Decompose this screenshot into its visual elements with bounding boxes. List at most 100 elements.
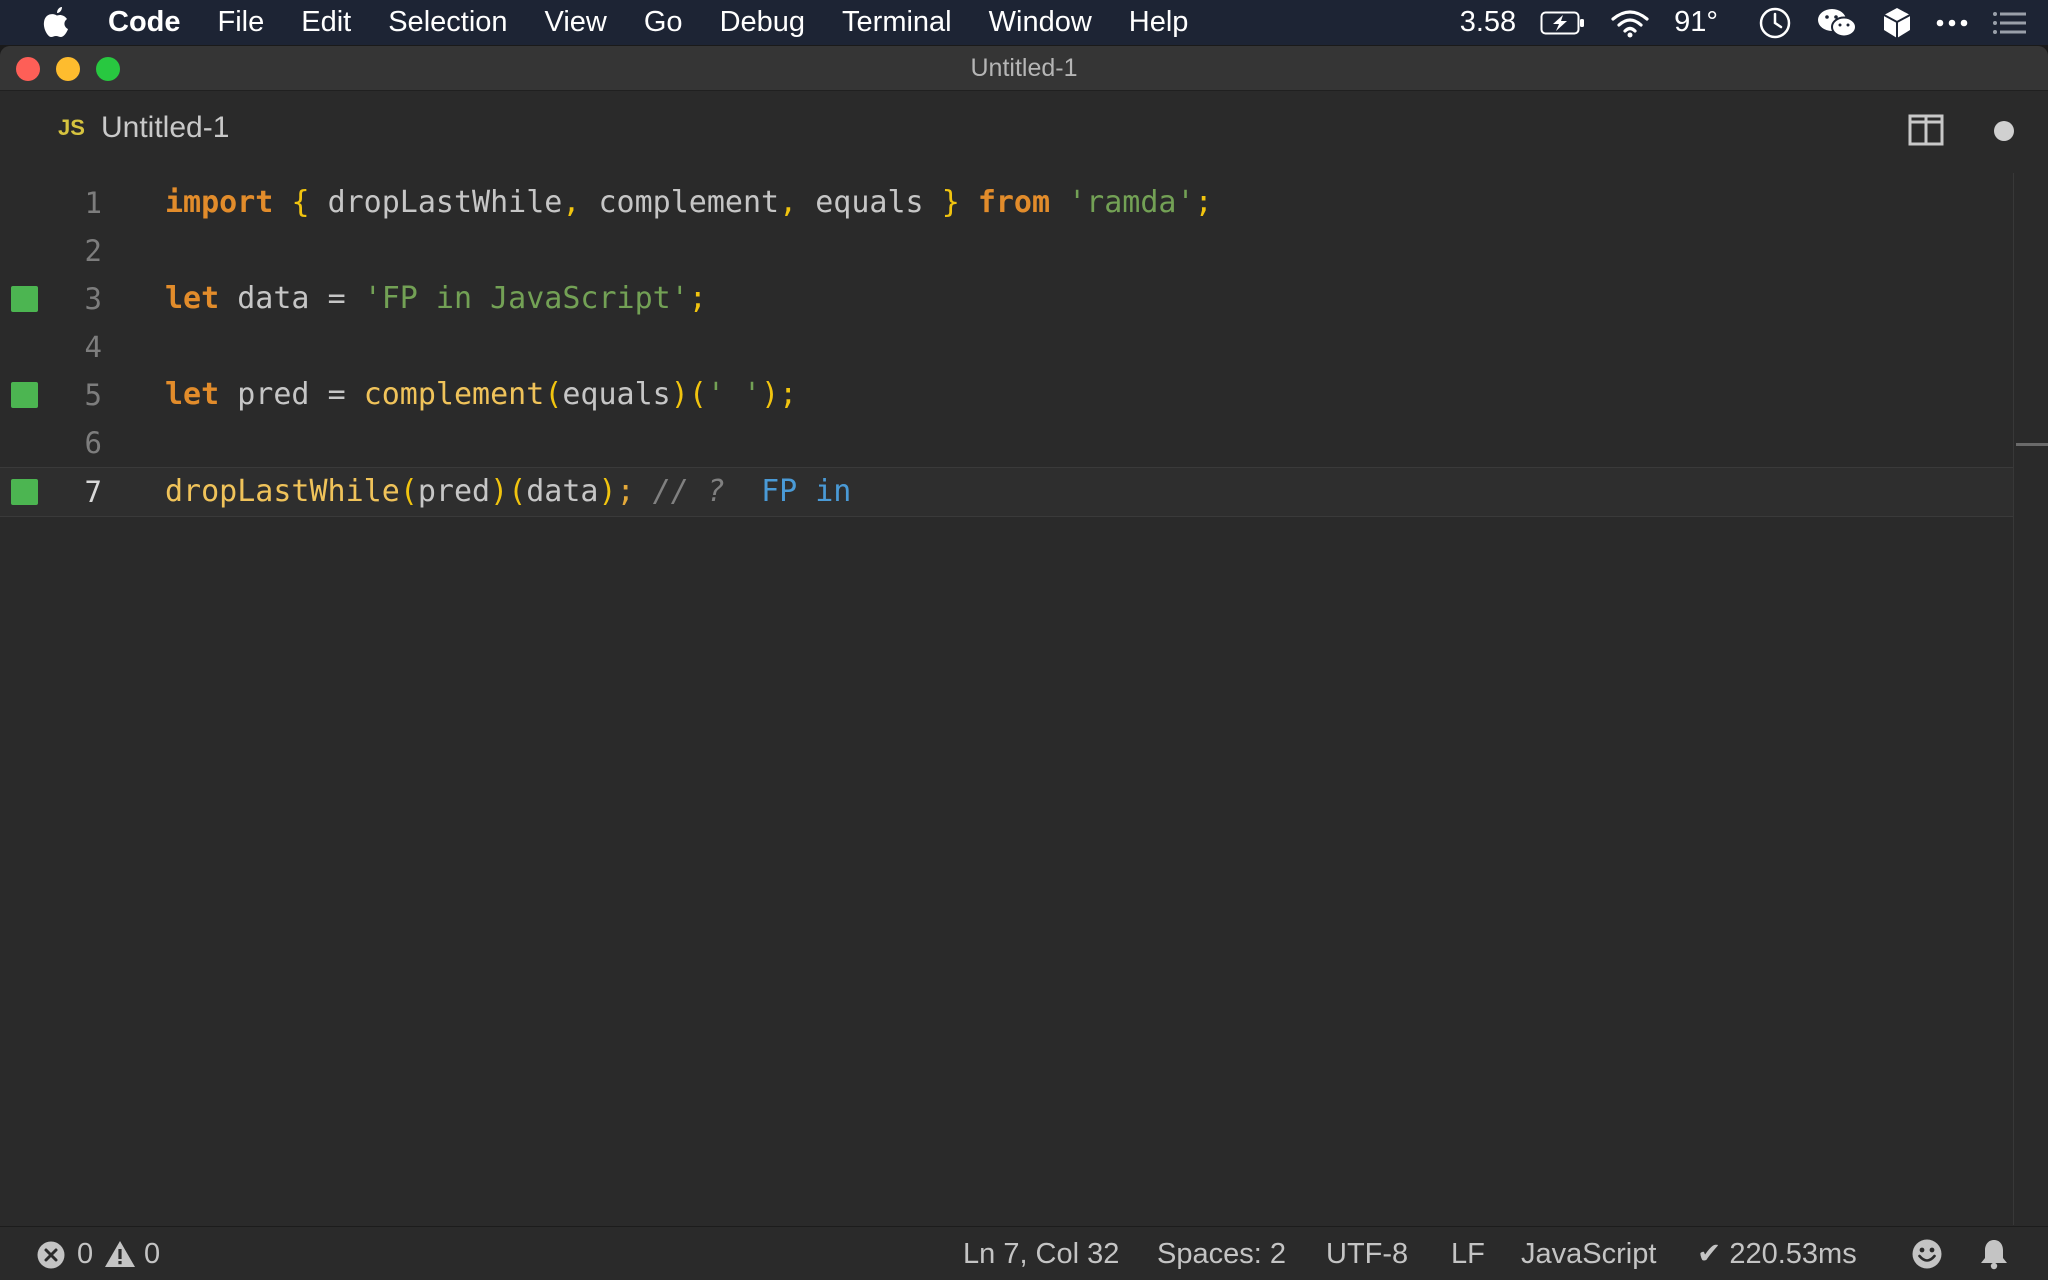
open-paren: ( — [508, 474, 527, 509]
code-line-1[interactable]: 1 import { dropLastWhile, complement, eq… — [0, 179, 2014, 227]
code-text: let data = 'FP in JavaScript'; — [165, 275, 707, 323]
open-paren: ( — [544, 377, 563, 412]
menu-help[interactable]: Help — [1129, 6, 1189, 39]
indentation[interactable]: Spaces: 2 — [1157, 1227, 1286, 1280]
menu-edit[interactable]: Edit — [301, 6, 351, 39]
apple-icon[interactable] — [40, 4, 72, 40]
code-text: let pred = complement(equals)(' '); — [165, 371, 797, 419]
menu-debug[interactable]: Debug — [720, 6, 805, 39]
inline-comment: // ? — [652, 474, 725, 509]
comma: , — [562, 185, 581, 220]
unsaved-changes-dot[interactable] — [1994, 121, 2014, 141]
javascript-file-icon: JS — [58, 115, 85, 140]
encoding[interactable]: UTF-8 — [1326, 1227, 1408, 1280]
close-paren: ) — [598, 474, 617, 509]
operator: = — [327, 281, 346, 316]
variable-name: pred — [237, 377, 310, 412]
import-name: equals — [815, 185, 924, 220]
close-paren: ) — [761, 377, 780, 412]
tab-untitled-1[interactable]: JS Untitled-1 — [0, 91, 300, 173]
feedback-indicator[interactable] — [1911, 1238, 1943, 1270]
error-count[interactable]: 0 — [77, 1227, 93, 1280]
line-number: 1 — [84, 186, 102, 220]
end-of-line[interactable]: LF — [1451, 1227, 1485, 1280]
coverage-marker — [11, 479, 38, 505]
macos-menu-bar: Code File Edit Selection View Go Debug T… — [0, 0, 2048, 45]
notification-list-icon[interactable] — [1992, 11, 2026, 35]
coverage-marker — [11, 286, 38, 312]
clock-icon[interactable] — [1758, 6, 1792, 40]
language-mode[interactable]: JavaScript — [1521, 1227, 1656, 1280]
open-brace: { — [291, 185, 310, 220]
line-number: 7 — [84, 475, 102, 509]
coverage-marker — [11, 382, 38, 408]
overview-ruler[interactable] — [2013, 173, 2014, 1225]
open-paren: ( — [399, 474, 418, 509]
code-line-7[interactable]: 7 dropLastWhile(pred)(data); // ? FP in — [0, 467, 2014, 517]
box-icon[interactable] — [1882, 6, 1912, 40]
code-line-3[interactable]: 3 let data = 'FP in JavaScript'; — [0, 275, 2014, 323]
warning-count[interactable]: 0 — [144, 1227, 160, 1280]
menu-selection[interactable]: Selection — [388, 6, 507, 39]
keyword-let: let — [165, 281, 220, 316]
tab-strip: JS Untitled-1 — [0, 91, 2048, 173]
editor-window: Untitled-1 JS Untitled-1 1 import { drop… — [0, 46, 2048, 1280]
error-icon — [37, 1241, 65, 1269]
tab-label: Untitled-1 — [101, 111, 230, 144]
keyword-import: import — [165, 185, 274, 220]
wechat-icon[interactable] — [1816, 6, 1858, 40]
menu-terminal[interactable]: Terminal — [842, 6, 952, 39]
menu-window[interactable]: Window — [989, 6, 1092, 39]
line-number: 6 — [84, 426, 102, 460]
quokka-timing[interactable]: ✔ 220.53ms — [1697, 1227, 1857, 1280]
argument: pred — [417, 474, 491, 509]
semicolon: ; — [616, 474, 635, 509]
code-line-4[interactable]: 4 — [0, 323, 2014, 371]
variable-name: data — [237, 281, 310, 316]
split-editor-icon[interactable] — [1908, 113, 1944, 147]
function-call: complement — [363, 377, 545, 412]
menu-view[interactable]: View — [545, 6, 607, 39]
operator: = — [327, 377, 346, 412]
keyword-let: let — [165, 377, 220, 412]
cursor-position[interactable]: Ln 7, Col 32 — [963, 1227, 1119, 1280]
argument: data — [526, 474, 599, 509]
import-name: dropLastWhile — [327, 185, 563, 220]
code-editor[interactable]: 1 import { dropLastWhile, complement, eq… — [0, 173, 2048, 1225]
code-text: dropLastWhile(pred)(data); // ? FP in — [165, 468, 851, 516]
semicolon: ; — [779, 377, 798, 412]
argument: equals — [562, 377, 671, 412]
battery-charging-icon[interactable] — [1540, 10, 1586, 36]
more-icon[interactable] — [1936, 18, 1968, 28]
keyword-from: from — [977, 185, 1051, 220]
menu-code[interactable]: Code — [108, 6, 181, 39]
line-number: 4 — [84, 330, 102, 364]
close-brace: } — [941, 185, 960, 220]
module-string: 'ramda' — [1068, 185, 1195, 220]
code-text: import { dropLastWhile, complement, equa… — [165, 179, 1213, 227]
inline-result: FP in — [761, 474, 852, 509]
temperature[interactable]: 91° — [1674, 6, 1718, 39]
errors-indicator[interactable] — [36, 1240, 66, 1269]
line-number: 3 — [84, 282, 102, 316]
app-menu: Code File Edit Selection View Go Debug T… — [108, 0, 1225, 45]
comma: , — [779, 185, 798, 220]
menu-file[interactable]: File — [218, 6, 265, 39]
open-paren: ( — [688, 377, 707, 412]
bell-icon — [1981, 1240, 2007, 1270]
line-number: 5 — [84, 378, 102, 412]
notifications-indicator[interactable] — [1980, 1238, 2008, 1270]
code-line-2[interactable]: 2 — [0, 227, 2014, 275]
import-name: complement — [598, 185, 780, 220]
scrollbar-thumb[interactable] — [2016, 443, 2048, 446]
window-title: Untitled-1 — [970, 54, 1078, 82]
title-bar: Untitled-1 — [0, 46, 2048, 91]
warnings-indicator[interactable] — [104, 1239, 136, 1269]
code-line-6[interactable]: 6 — [0, 419, 2014, 467]
code-line-5[interactable]: 5 let pred = complement(equals)(' '); — [0, 371, 2014, 419]
wifi-icon[interactable] — [1610, 8, 1650, 38]
status-bar: 0 0 Ln 7, Col 32 Spaces: 2 UTF-8 LF Java… — [0, 1226, 2048, 1280]
menu-go[interactable]: Go — [644, 6, 683, 39]
status-number[interactable]: 3.58 — [1460, 6, 1516, 39]
string-literal: 'FP in JavaScript' — [363, 281, 689, 316]
